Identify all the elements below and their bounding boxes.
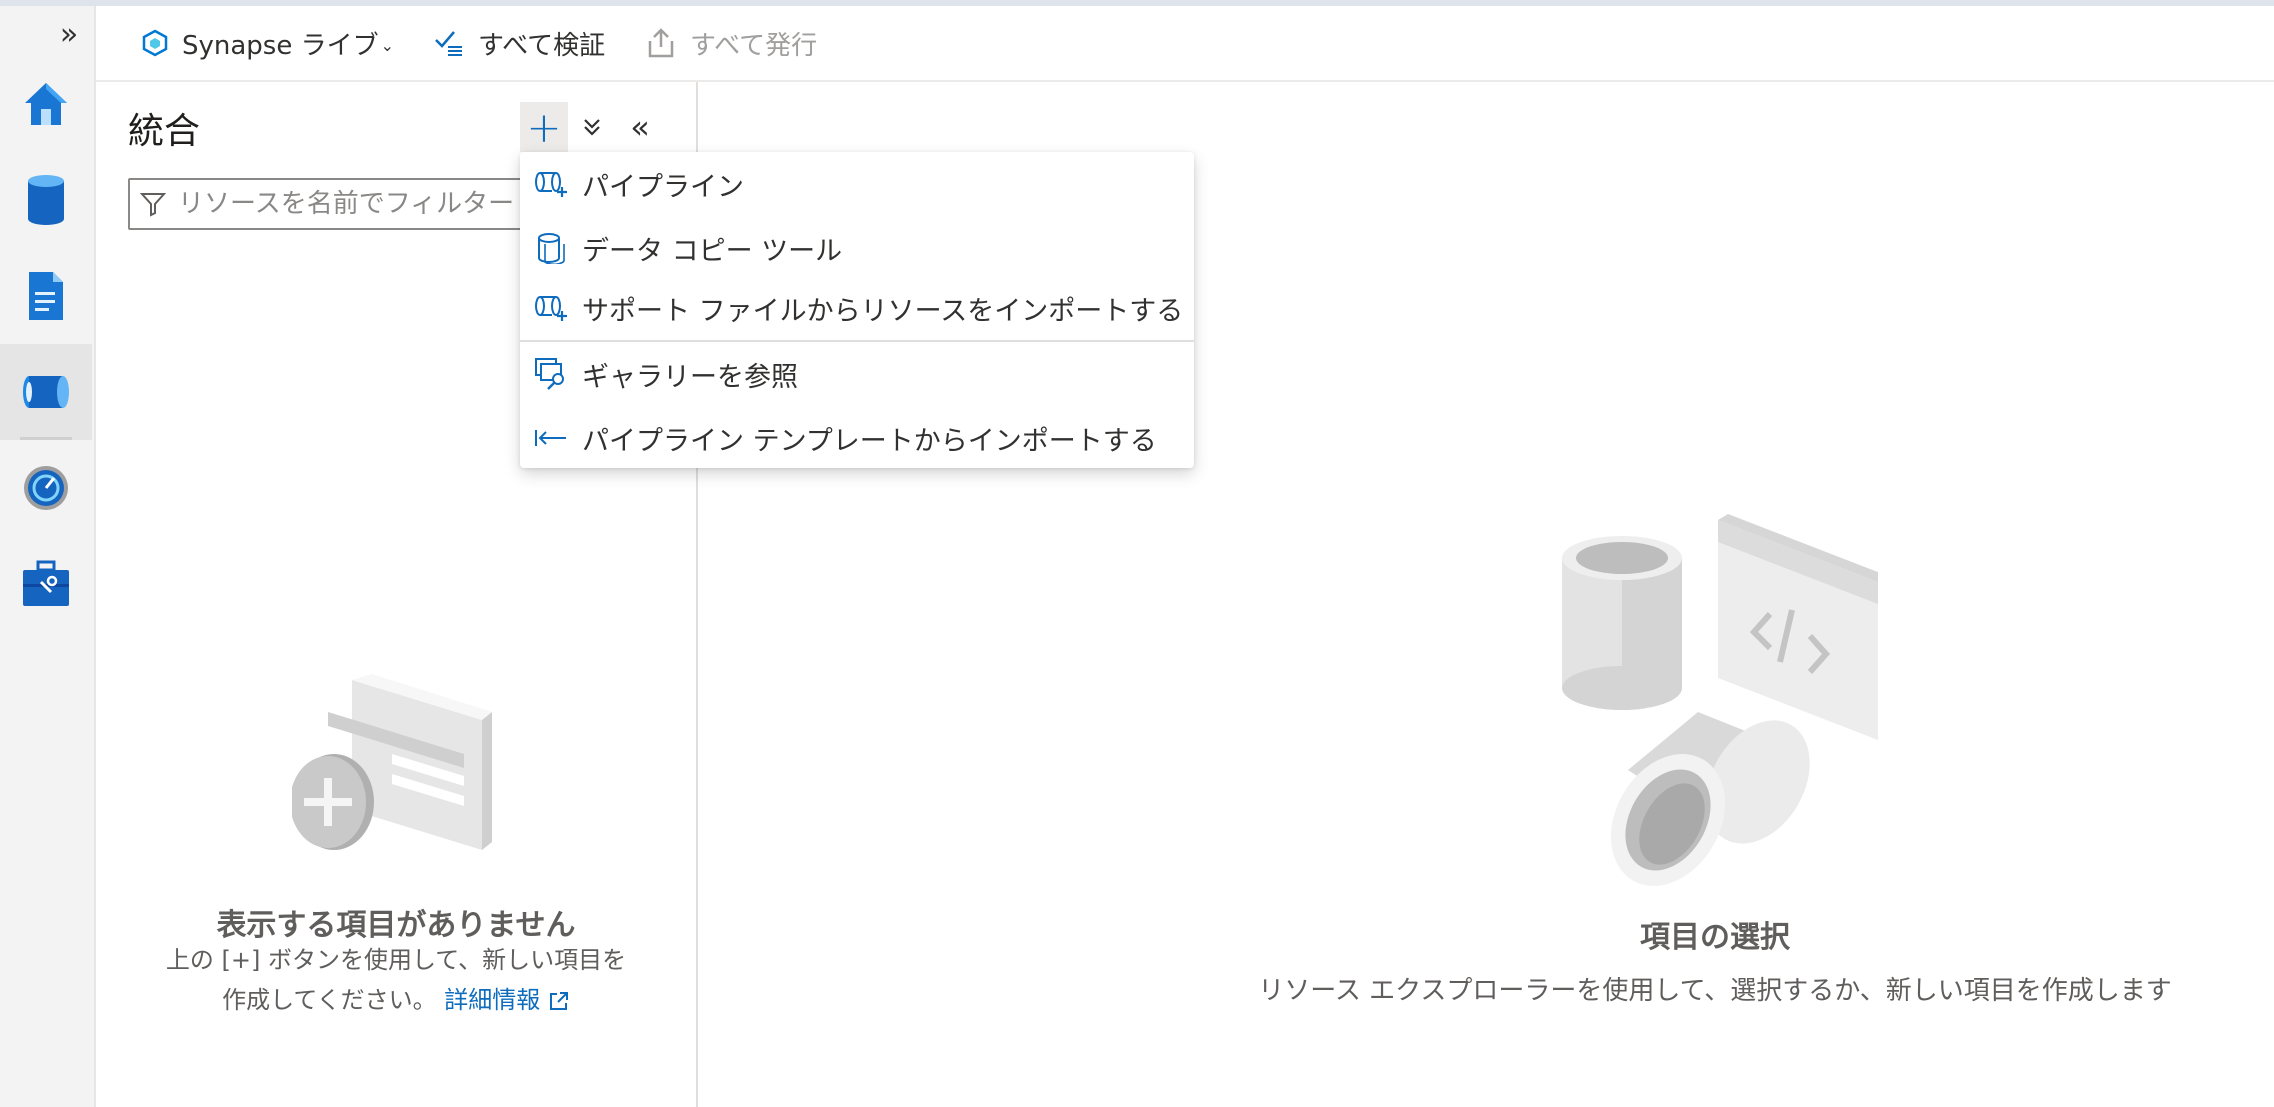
chevron-down-icon: ⌄ bbox=[380, 35, 395, 55]
validate-all-button[interactable]: すべて検証 bbox=[434, 18, 605, 68]
gallery-icon bbox=[534, 357, 568, 391]
pipeline-icon bbox=[534, 169, 568, 199]
select-item-title: 項目の選択 bbox=[1640, 920, 1790, 955]
empty-state-description: 上の [+] ボタンを使用して、新しい項目を 作成してください。 詳細情報 bbox=[136, 940, 656, 1020]
menu-item-pipeline-label: パイプライン bbox=[582, 171, 744, 203]
add-resource-menu: パイプライン データ コピー ツール サポート ファイルからリソースをインポート… bbox=[520, 152, 1194, 468]
empty-state-line1: 上の [+] ボタンを使用して、新しい項目を bbox=[165, 946, 627, 974]
menu-item-copy-data-tool-label: データ コピー ツール bbox=[582, 235, 843, 267]
filter-funnel-icon bbox=[140, 191, 166, 217]
document-icon bbox=[29, 272, 63, 320]
monitor-gauge-icon bbox=[24, 466, 68, 510]
select-item-illustration bbox=[1562, 514, 1878, 886]
expand-nav-icon[interactable]: » bbox=[54, 20, 84, 56]
menu-item-import-template-label: パイプライン テンプレートからインポートする bbox=[582, 425, 1157, 457]
empty-state-illustration bbox=[292, 674, 492, 850]
double-chevron-down-icon bbox=[584, 119, 600, 136]
add-resource-button[interactable]: + bbox=[520, 102, 568, 152]
synapse-live-button[interactable]: Synapse ライブ ⌄ bbox=[142, 18, 394, 68]
import-resource-icon bbox=[534, 293, 568, 323]
database-icon bbox=[28, 175, 64, 225]
checklist-icon bbox=[434, 28, 464, 58]
explorer-actions: + « bbox=[520, 102, 664, 152]
menu-item-browse-gallery-label: ギャラリーを参照 bbox=[582, 361, 798, 393]
left-nav-rail: » bbox=[0, 6, 96, 1107]
collapse-pane-button[interactable]: « bbox=[616, 102, 664, 152]
nav-develop[interactable] bbox=[0, 248, 92, 344]
publish-all-button[interactable]: すべて発行 bbox=[646, 18, 817, 68]
explorer-title: 統合 bbox=[128, 111, 201, 152]
import-template-icon bbox=[534, 426, 568, 450]
menu-item-import-resources-label: サポート ファイルからリソースをインポートする bbox=[582, 295, 1184, 327]
double-chevron-left-icon: « bbox=[630, 108, 650, 146]
nav-home[interactable] bbox=[0, 56, 92, 152]
toolbox-icon bbox=[23, 560, 69, 606]
nav-manage[interactable] bbox=[0, 536, 92, 632]
learn-more-link[interactable]: 詳細情報 bbox=[444, 986, 570, 1014]
command-bar: Synapse ライブ ⌄ すべて検証 すべて発行 bbox=[96, 6, 2274, 82]
plus-icon: + bbox=[526, 102, 562, 152]
publish-all-label: すべて発行 bbox=[690, 30, 818, 61]
menu-item-copy-data-tool[interactable]: データ コピー ツール bbox=[520, 216, 1194, 280]
nav-data[interactable] bbox=[0, 152, 92, 248]
learn-more-label: 詳細情報 bbox=[444, 986, 541, 1014]
menu-item-browse-gallery[interactable]: ギャラリーを参照 bbox=[520, 342, 1194, 406]
home-icon bbox=[25, 83, 67, 125]
nav-monitor[interactable] bbox=[0, 440, 92, 536]
publish-upload-icon bbox=[646, 27, 676, 59]
empty-state-title: 表示する項目がありません bbox=[216, 908, 576, 943]
menu-item-import-template[interactable]: パイプライン テンプレートからインポートする bbox=[520, 406, 1194, 470]
nav-integrate[interactable] bbox=[0, 344, 92, 440]
synapse-live-label: Synapse ライブ bbox=[182, 30, 379, 61]
empty-state-line2: 作成してください。 bbox=[222, 986, 437, 1014]
menu-item-import-resources[interactable]: サポート ファイルからリソースをインポートする bbox=[520, 276, 1194, 340]
select-item-description: リソース エクスプローラーを使用して、選択するか、新しい項目を作成します bbox=[1258, 976, 2172, 1006]
synapse-icon bbox=[142, 29, 168, 57]
pipeline-nav-icon bbox=[23, 376, 69, 408]
copy-data-icon bbox=[534, 232, 568, 264]
collapse-all-button[interactable] bbox=[568, 102, 616, 152]
menu-item-pipeline[interactable]: パイプライン bbox=[520, 152, 1194, 216]
validate-all-label: すべて検証 bbox=[478, 30, 606, 61]
external-link-icon bbox=[549, 992, 568, 1010]
